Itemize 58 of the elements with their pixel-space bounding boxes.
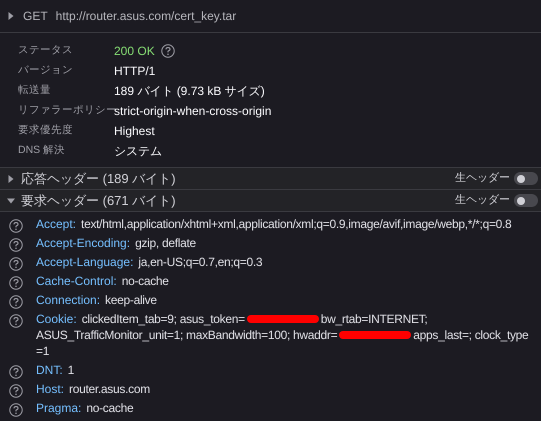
request-row[interactable]: GET http://router.asus.com/cert_key.tar: [0, 0, 541, 33]
summary-label: ステータス: [18, 43, 74, 58]
caret-icon: [7, 174, 15, 182]
header-value: router.asus.com: [69, 381, 150, 398]
header-value: gzip, deflate: [135, 235, 196, 252]
summary-value: strict-origin-when-cross-origin: [114, 103, 272, 120]
summary-label: 要求優先度: [18, 123, 74, 138]
request-url: http://router.asus.com/cert_key.tar: [56, 8, 236, 25]
request-method: GET: [23, 8, 48, 25]
help-icon[interactable]: [9, 402, 23, 416]
summary-value: HTTP/1: [114, 63, 156, 80]
header-name: Cookie:: [36, 311, 77, 328]
header-name: Cache-Control:: [36, 273, 117, 290]
header-value: clickedItem_tab=9; asus_token=: [82, 311, 245, 328]
summary-label: リファラーポリシー: [18, 103, 114, 116]
help-icon[interactable]: [9, 218, 23, 232]
raw-headers-toggle[interactable]: [514, 194, 538, 207]
summary-label: DNS 解決: [18, 143, 66, 158]
header-name: Accept-Encoding:: [36, 235, 130, 252]
help-icon[interactable]: [9, 238, 23, 252]
caret-icon: [7, 196, 15, 204]
header-value: apps_last=; clock_type: [413, 327, 528, 344]
header-value: 1: [68, 362, 74, 379]
summary-value: Highest: [114, 123, 155, 140]
header-value: ja,en-US;q=0.7,en;q=0.3: [138, 254, 262, 271]
status-value: 200 OK: [114, 43, 155, 60]
summary-value: 189 バイト (9.73 kB サイズ): [114, 83, 265, 100]
header-name: Accept-Language:: [36, 254, 134, 271]
summary-label: 転送量: [18, 83, 52, 98]
header-value: text/html,application/xhtml+xml,application/xml;q=0.9,image/avif,image/webp,*/*;q=0.8: [81, 216, 512, 233]
header-value: bw_rtab=INTERNET;: [320, 311, 428, 328]
section-header[interactable]: 応答ヘッダー (189 バイト) 生ヘッダー: [0, 167, 541, 189]
raw-headers-label: 生ヘッダー: [455, 193, 510, 208]
header-name: DNT:: [36, 362, 63, 379]
header-value: ASUS_TrafficMonitor_unit=1; maxBandwidth=100; hwaddr=: [36, 327, 338, 344]
help-icon[interactable]: [9, 314, 23, 328]
section-title: 応答ヘッダー (189 バイト): [21, 170, 176, 188]
help-icon[interactable]: [9, 256, 23, 270]
header-value: no-cache: [86, 400, 134, 417]
header-value: keep-alive: [105, 292, 157, 309]
help-icon[interactable]: [9, 276, 23, 290]
header-value: =1: [36, 343, 50, 360]
help-icon[interactable]: [9, 384, 23, 398]
raw-headers-label: 生ヘッダー: [455, 171, 510, 186]
header-value: no-cache: [122, 273, 169, 290]
help-icon[interactable]: [160, 44, 175, 58]
header-name: Host:: [36, 381, 64, 398]
header-name: Pragma:: [36, 400, 82, 417]
caret-icon: [7, 12, 15, 20]
help-icon[interactable]: [9, 364, 23, 378]
section-title: 要求ヘッダー (671 バイト): [21, 192, 176, 210]
summary-label: バージョン: [18, 63, 74, 78]
header-name: Connection:: [36, 292, 100, 309]
help-icon[interactable]: [9, 294, 23, 308]
summary-value: システム: [114, 143, 162, 160]
section-header[interactable]: 要求ヘッダー (671 バイト) 生ヘッダー: [0, 189, 541, 211]
header-name: Accept:: [36, 216, 76, 233]
raw-headers-toggle[interactable]: [514, 172, 538, 185]
